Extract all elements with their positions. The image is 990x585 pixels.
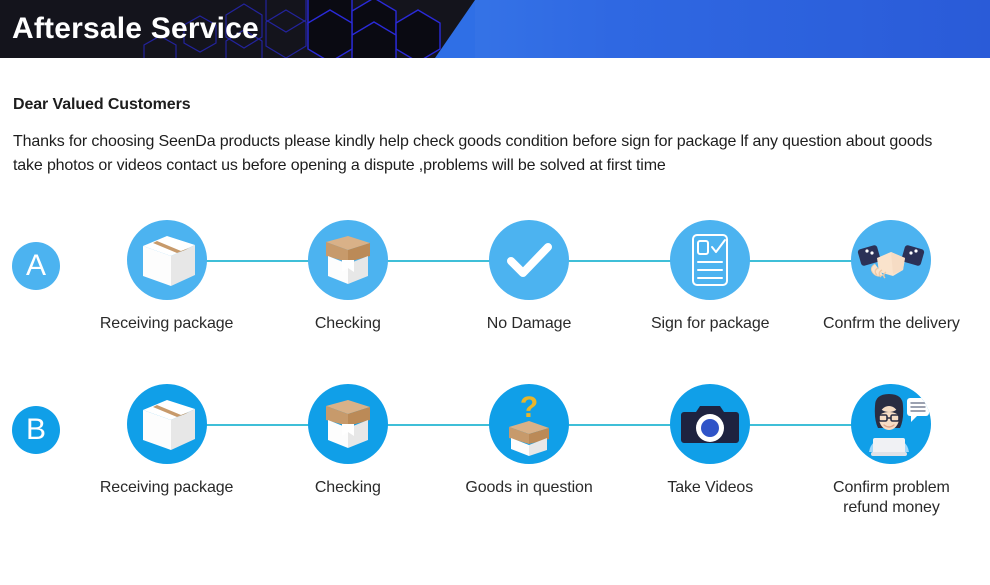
flow-step-label: Sign for package [650, 315, 770, 332]
flow-step-label: Confrm the delivery [823, 315, 960, 332]
flow-row-a: A Receiving package Checking No Damage S… [0, 220, 990, 370]
flow-step-label: Take Videos [667, 479, 754, 496]
flow-step-label: No Damage [486, 315, 572, 332]
checkmark-icon [489, 220, 569, 300]
flow-step-label: Receiving package [99, 479, 234, 496]
handshake-icon [851, 220, 932, 300]
flow-step-label: Checking [314, 315, 381, 332]
page-title: Aftersale Service [12, 12, 259, 45]
flow-step-label: Receiving package [99, 315, 234, 332]
flow-step-label: Checking [314, 479, 381, 496]
closed-box-icon [126, 384, 207, 464]
intro-body-text: Thanks for choosing SeenDa products plea… [13, 133, 933, 174]
intro-heading: Dear Valued Customers [13, 96, 191, 113]
flow-step-receiving-package-a[interactable]: Receiving package [76, 220, 257, 334]
row-badge-a-label: A [25, 249, 46, 282]
support-agent-icon [851, 384, 932, 464]
open-box-icon [307, 220, 388, 300]
svg-text:?: ? [520, 391, 538, 424]
question-box-icon: ? [489, 384, 569, 464]
flow-step-no-damage-a[interactable]: No Damage [438, 220, 619, 334]
flow-steps-b: Receiving package Checking ? Goods in qu… [76, 384, 982, 534]
flow-step-receiving-package-b[interactable]: Receiving package [76, 384, 257, 498]
row-badge-a: A [12, 242, 60, 290]
flow-step-label: Goods in question [465, 479, 593, 496]
flow-step-checking-a[interactable]: Checking [257, 220, 438, 334]
row-badge-b-label: B [25, 413, 46, 446]
flow-step-goods-in-question-b[interactable]: ? Goods in question [438, 384, 619, 498]
flow-step-take-videos-b[interactable]: Take Videos [620, 384, 801, 498]
flow-step-checking-b[interactable]: Checking [257, 384, 438, 498]
camera-icon [670, 384, 751, 464]
page-header: Aftersale Service [0, 0, 990, 58]
closed-box-icon [126, 220, 207, 300]
flow-step-sign-for-package-a[interactable]: Sign for package [620, 220, 801, 334]
flow-step-confirm-refund-b[interactable]: Confirm problem refund money [801, 384, 982, 518]
flow-step-confirm-delivery-a[interactable]: Confrm the delivery [801, 220, 982, 334]
flow-step-label: Confirm problem refund money [833, 479, 950, 516]
flow-row-b: B Receiving package Checking ? Goods in … [0, 384, 990, 534]
row-badge-b: B [12, 406, 60, 454]
intro-section: Dear Valued Customers Thanks for choosin… [0, 58, 990, 178]
open-box-icon [307, 384, 388, 464]
clipboard-document-icon [670, 220, 751, 300]
flow-steps-a: Receiving package Checking No Damage Sig… [76, 220, 982, 370]
